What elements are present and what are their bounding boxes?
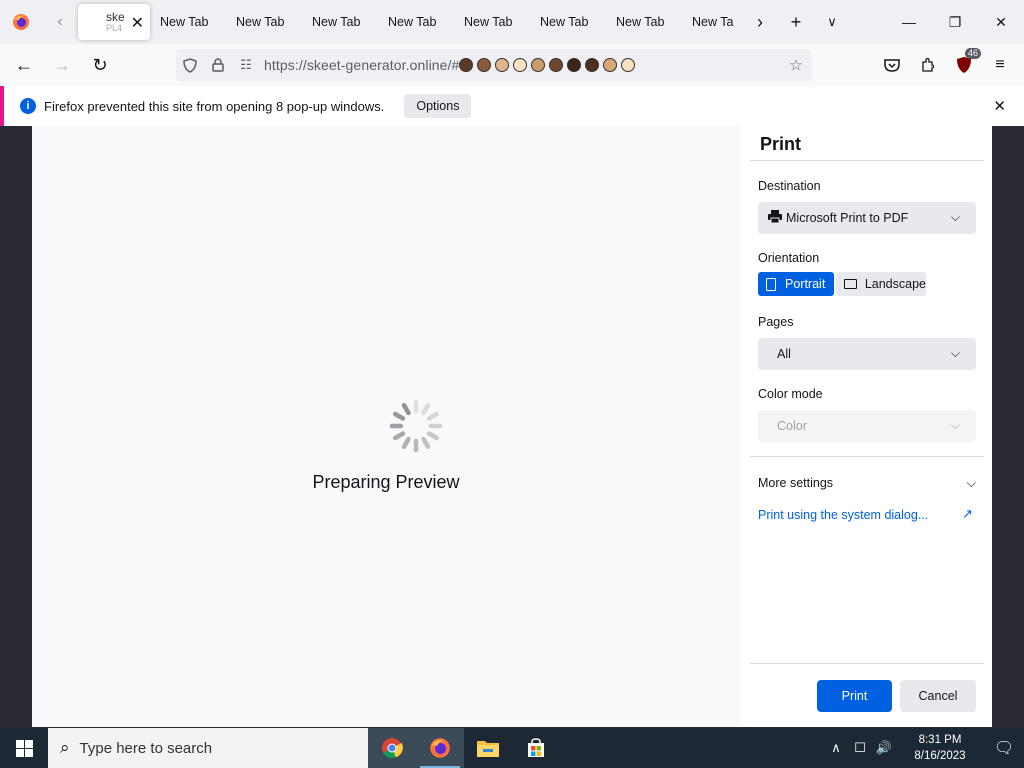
back-arrow-icon[interactable]: ← xyxy=(6,49,42,81)
firefox-taskbar-icon[interactable] xyxy=(416,728,464,768)
divider xyxy=(750,663,984,664)
notification-close-icon[interactable]: ✕ xyxy=(993,97,1006,115)
preparing-preview-text: Preparing Preview xyxy=(312,472,460,492)
chrome-icon[interactable] xyxy=(368,728,416,768)
pocket-icon[interactable] xyxy=(875,50,909,80)
print-preview: Preparing Preview xyxy=(32,126,740,727)
network-icon[interactable]: ☐ xyxy=(848,740,872,756)
pages-select[interactable]: All ⌵ xyxy=(758,338,976,370)
extensions-puzzle-icon[interactable] xyxy=(911,50,945,80)
tab-strip: ‹ ske PL4 ✕ New Tab New Tab New Tab New … xyxy=(0,0,1024,44)
maximize-icon[interactable]: ❐ xyxy=(932,0,978,44)
new-tab-plus-icon[interactable]: + xyxy=(778,0,814,44)
tab-active-subtitle: PL4 xyxy=(106,23,123,33)
windows-taskbar: ⌕ Type here to search ∧ ☐ 🔊 8:31 PM 8/16… xyxy=(0,728,1024,768)
search-placeholder: Type here to search xyxy=(79,739,213,757)
action-center-icon[interactable]: 🗨 xyxy=(984,738,1024,758)
system-dialog-link[interactable]: Print using the system dialog... xyxy=(758,508,928,522)
url-text[interactable]: https://skeet-generator.online/# xyxy=(264,57,639,73)
info-icon: i xyxy=(20,98,36,114)
list-all-tabs-chevron-icon[interactable]: ∨ xyxy=(814,0,850,44)
show-hidden-icons-chevron-icon[interactable]: ∧ xyxy=(824,740,848,756)
cancel-button[interactable]: Cancel xyxy=(900,680,976,712)
destination-label: Destination xyxy=(758,179,821,193)
clock[interactable]: 8:31 PM 8/16/2023 xyxy=(896,732,984,764)
content-area: Preparing Preview Print Destination Micr… xyxy=(0,126,1024,728)
popup-blocked-notification: i Firefox prevented this site from openi… xyxy=(0,86,1024,126)
print-settings-panel: Print Destination Microsoft Print to PDF… xyxy=(740,126,992,727)
options-button[interactable]: Options xyxy=(404,94,472,118)
system-tray: ∧ ☐ 🔊 8:31 PM 8/16/2023 🗨 xyxy=(824,728,1024,768)
chevron-down-icon: ⌵ xyxy=(950,418,960,432)
tab-active[interactable]: ske PL4 ✕ xyxy=(78,4,150,40)
tab-new-tab[interactable]: New Tab xyxy=(530,0,606,44)
external-link-icon[interactable]: ↗ xyxy=(962,506,973,522)
taskbar-search-box[interactable]: ⌕ Type here to search xyxy=(48,728,368,768)
landscape-label: Landscape xyxy=(864,277,926,291)
tab-close-icon[interactable]: ✕ xyxy=(131,13,144,33)
volume-icon[interactable]: 🔊 xyxy=(872,740,896,756)
clock-date: 8/16/2023 xyxy=(914,750,966,762)
permissions-icon[interactable]: ☷ xyxy=(232,49,260,81)
ublock-shield-icon[interactable]: 46 xyxy=(947,48,981,80)
tab-new-tab[interactable]: New Tab xyxy=(302,0,378,44)
tab-new-tab[interactable]: New Ta xyxy=(682,0,742,44)
bookmark-star-icon[interactable]: ☆ xyxy=(782,49,810,81)
destination-value: Microsoft Print to PDF xyxy=(786,211,909,225)
file-explorer-icon[interactable] xyxy=(464,728,512,768)
tab-new-tab[interactable]: New Tab xyxy=(150,0,226,44)
navigation-toolbar: ← → ↻ ☷ https://skeet-generator.online/#… xyxy=(0,44,1024,86)
tab-scroll-left-icon[interactable]: ‹ xyxy=(42,0,78,44)
shield-icon[interactable] xyxy=(176,49,204,81)
print-panel-title: Print xyxy=(760,134,802,154)
more-settings-toggle[interactable]: More settings ⌵ xyxy=(758,476,976,490)
minimize-icon[interactable]: — xyxy=(886,0,932,44)
url-value: https://skeet-generator.online/# xyxy=(264,57,460,73)
color-mode-label: Color mode xyxy=(758,387,823,401)
landscape-option[interactable]: Landscape xyxy=(836,272,926,296)
destination-select[interactable]: Microsoft Print to PDF ⌵ xyxy=(758,202,976,234)
color-mode-value: Color xyxy=(777,419,807,433)
extension-badge: 46 xyxy=(964,48,981,59)
clock-time: 8:31 PM xyxy=(918,734,962,746)
divider xyxy=(750,456,984,457)
tab-new-tab[interactable]: New Tab xyxy=(454,0,530,44)
url-bar[interactable]: ☷ https://skeet-generator.online/# ☆ xyxy=(176,49,812,81)
tab-new-tab[interactable]: New Tab xyxy=(606,0,682,44)
orientation-label: Orientation xyxy=(758,251,820,265)
chevron-down-icon: ⌵ xyxy=(950,346,960,360)
reload-icon[interactable]: ↻ xyxy=(82,49,118,81)
lock-icon[interactable] xyxy=(204,49,232,81)
forward-arrow-icon[interactable]: → xyxy=(44,49,80,81)
window-close-icon[interactable]: ✕ xyxy=(978,0,1024,44)
pages-value: All xyxy=(777,347,791,361)
landscape-page-icon xyxy=(844,279,857,289)
printer-icon xyxy=(768,210,782,226)
hamburger-menu-icon[interactable]: ≡ xyxy=(983,50,1017,80)
portrait-option[interactable]: Portrait xyxy=(758,272,834,296)
divider xyxy=(750,160,984,161)
color-mode-select[interactable]: Color ⌵ xyxy=(758,410,976,442)
pages-label: Pages xyxy=(758,315,794,329)
portrait-label: Portrait xyxy=(785,277,826,291)
chevron-down-icon: ⌵ xyxy=(950,210,960,224)
loading-spinner-icon xyxy=(389,399,443,453)
portrait-page-icon xyxy=(766,277,776,291)
search-icon: ⌕ xyxy=(60,738,70,757)
print-button[interactable]: Print xyxy=(817,680,892,712)
more-settings-label: More settings xyxy=(758,476,834,490)
windows-start-icon[interactable] xyxy=(0,728,48,768)
firefox-view-icon[interactable] xyxy=(0,0,42,44)
tab-active-title: ske xyxy=(106,11,124,23)
tab-scroll-right-icon[interactable]: › xyxy=(742,0,778,44)
tab-new-tab[interactable]: New Tab xyxy=(226,0,302,44)
url-emoji-icons xyxy=(459,57,639,73)
notification-text: Firefox prevented this site from opening… xyxy=(44,98,385,114)
tab-new-tab[interactable]: New Tab xyxy=(378,0,454,44)
microsoft-store-icon[interactable] xyxy=(512,728,560,768)
chevron-down-icon: ⌵ xyxy=(966,476,976,490)
